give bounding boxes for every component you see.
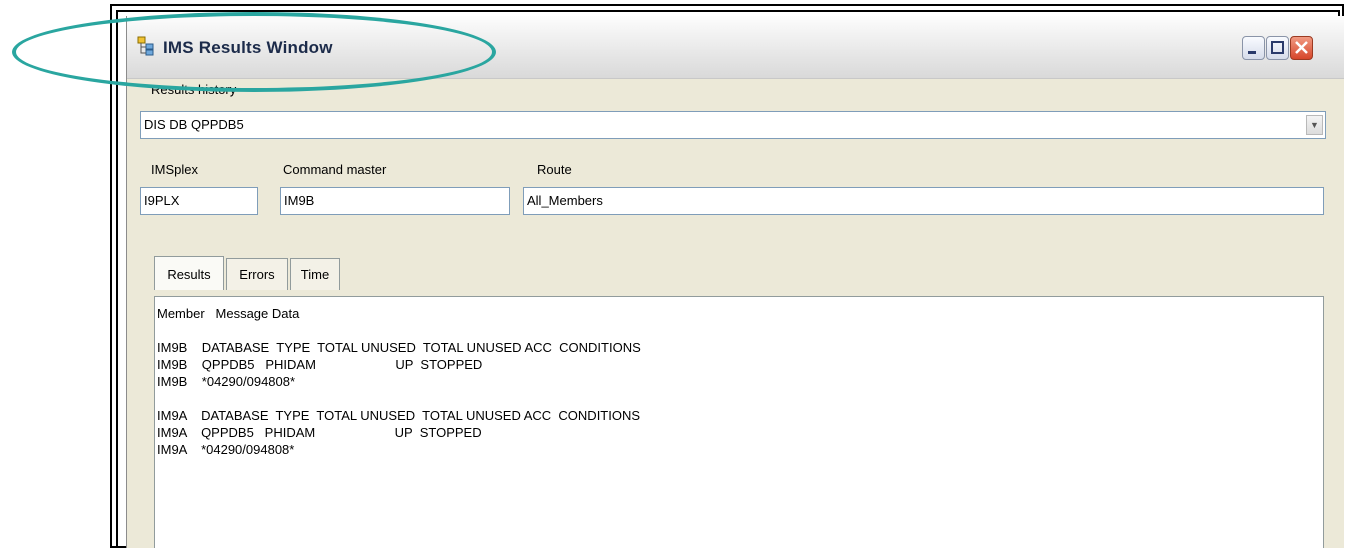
ims-tree-icon: [137, 36, 154, 56]
route-field[interactable]: All_Members: [523, 187, 1324, 215]
results-line: IM9B DATABASE TYPE TOTAL UNUSED TOTAL UN…: [157, 340, 641, 355]
results-line: IM9A QPPDB5 PHIDAM UP STOPPED: [157, 425, 482, 440]
maximize-button[interactable]: [1266, 36, 1289, 60]
results-output-area[interactable]: Member Message Data IM9B DATABASE TYPE T…: [154, 296, 1324, 548]
maximize-icon: [1271, 41, 1284, 54]
title-bar[interactable]: IMS Results Window: [127, 16, 1344, 79]
results-line: IM9A DATABASE TYPE TOTAL UNUSED TOTAL UN…: [157, 408, 641, 423]
results-history-combobox[interactable]: DIS DB QPPDB5 ▼: [140, 111, 1326, 139]
close-icon: [1295, 41, 1308, 54]
results-header: Member Message Data: [157, 306, 300, 321]
results-line: IM9B QPPDB5 PHIDAM UP STOPPED: [157, 357, 483, 372]
command-master-field[interactable]: IM9B: [280, 187, 510, 215]
tab-errors[interactable]: Errors: [226, 258, 288, 290]
command-master-label: Command master: [283, 162, 387, 177]
imsplex-field[interactable]: I9PLX: [140, 187, 258, 215]
minimize-icon: [1248, 51, 1256, 54]
imsplex-label: IMSplex: [151, 162, 198, 177]
route-label: Route: [537, 162, 572, 177]
tab-time[interactable]: Time: [290, 258, 340, 290]
results-line: IM9B *04290/094808*: [157, 374, 296, 389]
results-history-value: DIS DB QPPDB5: [144, 117, 244, 132]
ims-results-window: IMS Results Window Results history DIS D…: [126, 16, 1344, 548]
chevron-down-icon[interactable]: ▼: [1306, 115, 1323, 135]
minimize-button[interactable]: [1242, 36, 1265, 60]
close-button[interactable]: [1290, 36, 1313, 60]
tab-results[interactable]: Results: [154, 256, 224, 290]
results-line: IM9A *04290/094808*: [157, 442, 295, 457]
window-title: IMS Results Window: [163, 38, 333, 57]
results-text: Member Message Data IM9B DATABASE TYPE T…: [155, 297, 1323, 458]
results-history-label: Results history: [151, 82, 237, 97]
